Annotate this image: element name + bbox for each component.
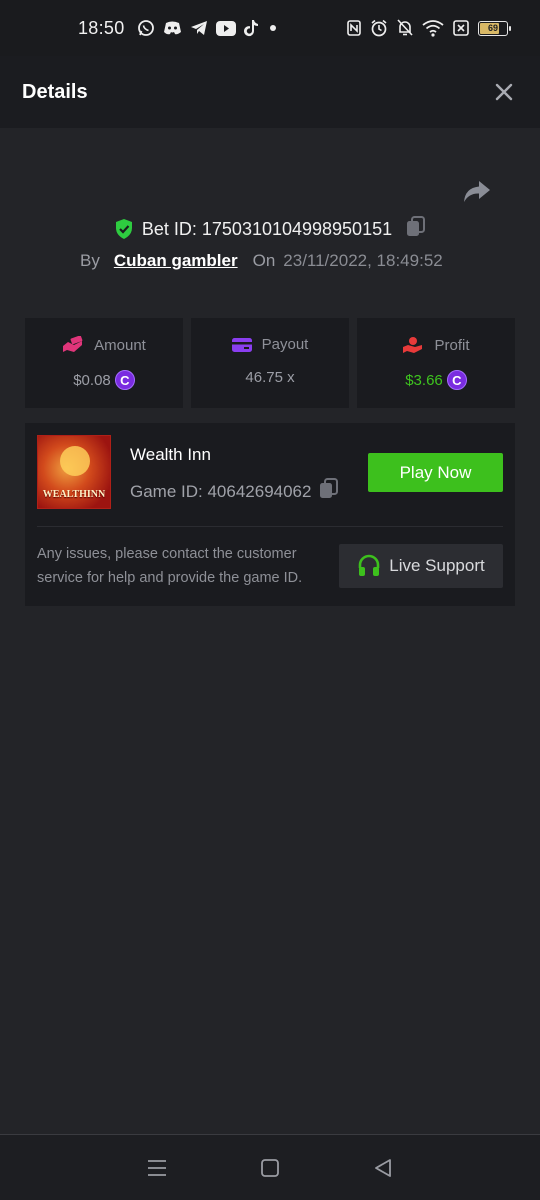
close-icon: [495, 83, 513, 101]
system-nav-bar: [0, 1134, 540, 1200]
wifi-icon: [422, 20, 444, 37]
copy-game-id-button[interactable]: [319, 478, 339, 505]
recent-apps-button[interactable]: [142, 1153, 172, 1183]
shield-check-icon: [115, 219, 132, 239]
help-text: Any issues, please contact the customer …: [37, 546, 303, 586]
back-triangle-icon: [375, 1158, 392, 1177]
bet-id: Bet ID: 1750310104998950151: [141, 218, 393, 239]
whatsapp-icon: [137, 20, 154, 36]
stat-profit-label: Profit: [434, 336, 470, 354]
youtube-icon: [215, 20, 236, 36]
status-time: 18:50: [78, 17, 125, 38]
menu-icon: [147, 1159, 166, 1176]
copy-icon: [407, 215, 426, 236]
status-bar: 18:50 69: [0, 0, 540, 56]
stat-payout-value: 46.75 x: [245, 369, 295, 386]
stat-profit: Profit $3.66 C: [357, 318, 515, 408]
telegram-icon: [190, 21, 207, 35]
nfc-icon: [347, 20, 361, 36]
headset-icon: [358, 554, 380, 576]
stat-payout: Payout 46.75 x: [191, 318, 349, 408]
game-id-row: Game ID: 40642694062: [130, 478, 339, 505]
money-hand-icon: [63, 336, 83, 352]
stat-payout-value-row: 46.75 x: [245, 369, 294, 386]
game-name: Wealth Inn: [130, 445, 211, 464]
game-thumbnail-label: WEALTHINN: [42, 489, 106, 500]
bet-id-row: Bet ID: 1750310104998950151: [0, 214, 540, 244]
discord-icon: [163, 21, 181, 35]
stat-profit-value: $3.66: [405, 371, 443, 389]
dot-icon: [269, 25, 276, 31]
tiktok-icon: [243, 20, 258, 37]
live-support-button[interactable]: Live Support: [339, 544, 503, 588]
live-support-label: Live Support: [389, 556, 485, 575]
stat-amount-label: Amount: [94, 336, 146, 354]
home-square-icon: [261, 1158, 279, 1177]
stat-amount-value: $0.08: [73, 371, 111, 389]
battery-icon: 69: [478, 20, 511, 36]
username-link[interactable]: Cuban gambler: [114, 251, 238, 271]
close-button[interactable]: [490, 78, 518, 106]
coin-icon: C: [446, 370, 467, 390]
notification-icons: [137, 19, 278, 37]
bet-meta-row: By Cuban gambler On 23/11/2022, 18:49:52: [80, 248, 443, 274]
copy-icon: [320, 478, 339, 498]
alarm-icon: [371, 19, 387, 37]
stat-amount-value-row: $0.08 C: [73, 370, 135, 390]
stat-amount: Amount $0.08 C: [25, 318, 183, 408]
game-card: WEALTHINN Wealth Inn Game ID: 4064269406…: [25, 423, 515, 606]
bet-datetime: 23/11/2022, 18:49:52: [283, 251, 443, 270]
back-button[interactable]: [368, 1153, 398, 1183]
page-title: Details: [22, 80, 88, 103]
game-thumbnail[interactable]: WEALTHINN: [37, 435, 111, 509]
coin-icon: C: [114, 370, 135, 390]
play-now-button[interactable]: Play Now: [368, 453, 503, 492]
bell-off-icon: [397, 19, 413, 36]
copy-bet-id-button[interactable]: [406, 215, 426, 243]
by-label: By: [80, 251, 100, 270]
divider: [37, 526, 503, 527]
battery-level: 69: [487, 23, 498, 33]
stat-payout-label: Payout: [261, 336, 309, 353]
game-id: Game ID: 40642694062: [130, 481, 312, 501]
details-header: Details: [0, 56, 540, 128]
card-icon: [231, 337, 252, 352]
system-icons: 69: [347, 19, 511, 37]
hand-coin-icon: [403, 337, 423, 353]
on-label: On: [252, 251, 276, 270]
stat-profit-value-row: $3.66 C: [405, 370, 467, 390]
share-icon: [464, 181, 490, 202]
home-button[interactable]: [255, 1153, 285, 1183]
share-button[interactable]: [462, 180, 492, 206]
bet-stats: Amount $0.08 C Payout 46.75 x Profit $3.…: [25, 318, 515, 408]
sim-off-icon: [453, 20, 469, 36]
